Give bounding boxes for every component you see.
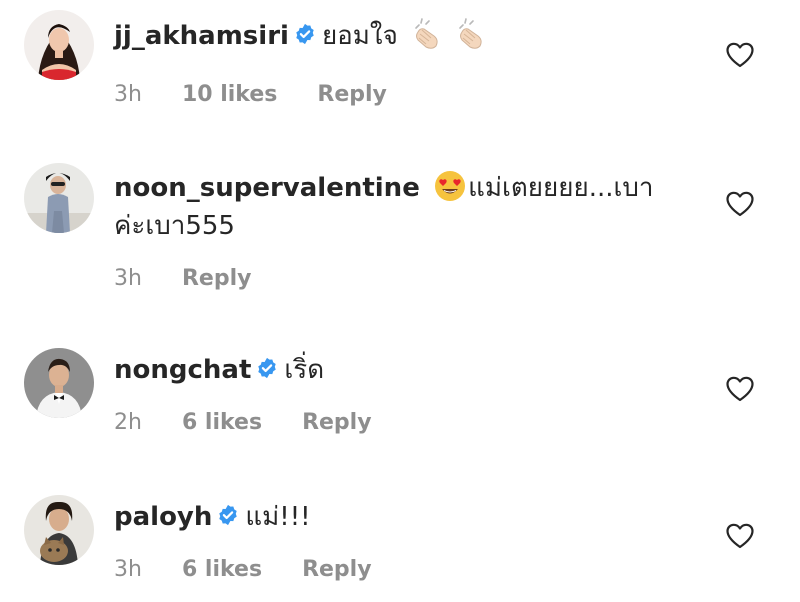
username-link[interactable]: noon_supervalentine	[114, 173, 420, 203]
comment-text: ยอมใจ	[321, 21, 398, 51]
comments-list: jj_akhamsiri ยอมใจ 3h 10 likes Reply noo…	[0, 0, 800, 602]
comment-meta: 3h Reply	[114, 266, 684, 292]
username-link[interactable]: jj_akhamsiri	[114, 21, 289, 51]
clapping-hands-icon	[410, 18, 490, 58]
likes-count-link[interactable]: 6 likes	[182, 557, 262, 582]
comment-timestamp: 2h	[114, 410, 142, 435]
verified-badge-icon	[296, 23, 314, 45]
avatar[interactable]	[24, 163, 94, 233]
username-link[interactable]: paloyh	[114, 502, 212, 532]
reply-button[interactable]: Reply	[302, 557, 372, 582]
reply-button[interactable]: Reply	[182, 266, 252, 291]
comment-text: เริ่ด	[284, 355, 325, 385]
like-heart-icon[interactable]	[726, 191, 754, 217]
likes-count-link[interactable]: 10 likes	[182, 82, 277, 107]
like-heart-icon[interactable]	[726, 376, 754, 402]
avatar[interactable]	[24, 348, 94, 418]
comment-timestamp: 3h	[114, 82, 142, 107]
likes-count-link[interactable]: 6 likes	[182, 410, 262, 435]
reply-button[interactable]: Reply	[302, 410, 372, 435]
comment-text: แม่เตยยยย...เบา	[468, 173, 654, 203]
avatar[interactable]	[24, 495, 94, 565]
verified-badge-icon	[258, 357, 277, 379]
comment-text: แม่!!!	[245, 502, 311, 532]
avatar[interactable]	[24, 10, 94, 80]
verified-badge-icon	[219, 504, 238, 526]
comment-text-continued: ค่ะเบา555	[114, 211, 235, 241]
reply-button[interactable]: Reply	[317, 82, 387, 107]
comment-meta: 3h 10 likes Reply	[114, 82, 684, 108]
username-link[interactable]: nongchat	[114, 355, 251, 385]
comment-meta: 2h 6 likes Reply	[114, 410, 684, 436]
comment-timestamp: 3h	[114, 557, 142, 582]
like-heart-icon[interactable]	[726, 42, 754, 68]
comment-meta: 3h 6 likes Reply	[114, 557, 684, 583]
heart-eyes-face-icon	[434, 170, 466, 210]
comment-timestamp: 3h	[114, 266, 142, 291]
like-heart-icon[interactable]	[726, 523, 754, 549]
